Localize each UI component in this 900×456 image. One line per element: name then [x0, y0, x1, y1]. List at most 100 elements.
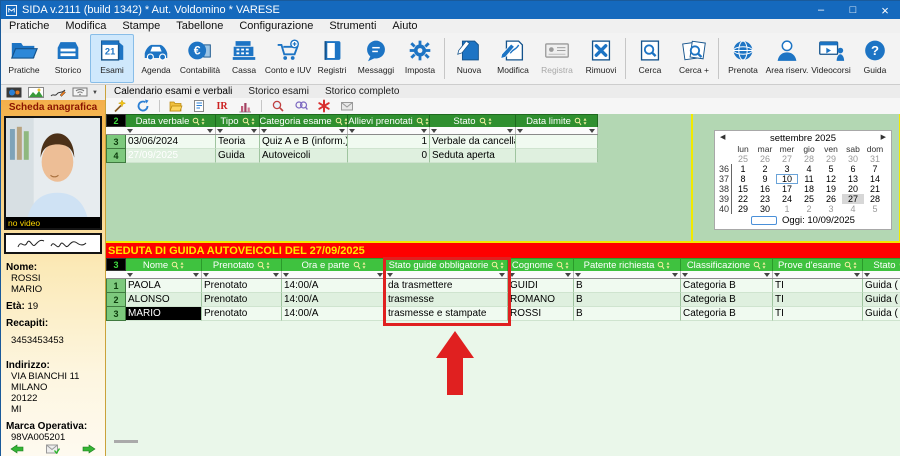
calendar-day-8[interactable]: 8 — [732, 174, 754, 184]
column-header-stato[interactable]: Stato — [430, 114, 516, 127]
toolbar-videocorsi-button[interactable]: Videocorsi — [809, 34, 853, 83]
cell-data-limite[interactable] — [516, 135, 598, 149]
calendar-day-28[interactable]: 28 — [864, 194, 886, 204]
menu-item-tabellone[interactable]: Tabellone — [168, 19, 231, 33]
filter-nome[interactable] — [126, 271, 202, 278]
calendar-day-30[interactable]: 30 — [842, 154, 864, 164]
menu-item-strumenti[interactable]: Strumenti — [321, 19, 384, 33]
cell-cognome[interactable]: ROMANO — [508, 293, 574, 307]
filter-prove-d-esame[interactable] — [773, 271, 863, 278]
camera-icon[interactable] — [4, 87, 23, 99]
column-header-data-verbale[interactable]: Data verbale — [126, 114, 216, 127]
filter-stato[interactable] — [863, 271, 900, 278]
column-header-prenotato[interactable]: Prenotato — [202, 258, 282, 271]
image-icon[interactable] — [26, 87, 45, 99]
filter-data-limite[interactable] — [516, 127, 598, 134]
toolbar-nuova-button[interactable]: Nuova — [447, 34, 491, 83]
previous-record-icon[interactable] — [10, 444, 24, 454]
menu-item-pratiche[interactable]: Pratiche — [1, 19, 57, 33]
filter-prenotato[interactable] — [202, 271, 282, 278]
menu-item-stampe[interactable]: Stampe — [114, 19, 168, 33]
row-number[interactable]: 3 — [106, 135, 126, 149]
cell-patente-richiesta[interactable]: B — [574, 307, 681, 321]
calendar-day-10[interactable]: 10 — [776, 174, 798, 184]
cell-classificazione[interactable]: Categoria B — [681, 279, 773, 293]
asterisk-icon[interactable] — [317, 99, 331, 113]
cell-prenotato[interactable]: Prenotato — [202, 293, 282, 307]
tab-storico-completo[interactable]: Storico completo — [325, 86, 399, 97]
signature-icon[interactable] — [48, 87, 67, 99]
calendar-day-4[interactable]: 4 — [842, 204, 864, 214]
next-record-icon[interactable] — [82, 444, 96, 454]
menu-item-aiuto[interactable]: Aiuto — [384, 19, 425, 33]
toolbar-contabilit-button[interactable]: €Contabilità — [178, 34, 222, 83]
cell-data-verbale[interactable]: 03/06/2024 — [126, 135, 216, 149]
column-header-patente-richiesta[interactable]: Patente richiesta — [574, 258, 681, 271]
toolbar-conto-e-iuv-button[interactable]: Conto e IUV — [266, 34, 310, 83]
calendar-day-16[interactable]: 16 — [754, 184, 776, 194]
cell-classificazione[interactable]: Categoria B — [681, 293, 773, 307]
calendar-day-5[interactable]: 5 — [864, 204, 886, 214]
toolbar-cerca-button[interactable]: Cerca + — [672, 34, 716, 83]
calendar-day-7[interactable]: 7 — [864, 164, 886, 174]
toolbar-cassa-button[interactable]: Cassa — [222, 34, 266, 83]
calendar-day-2[interactable]: 2 — [754, 164, 776, 174]
menu-item-configurazione[interactable]: Configurazione — [231, 19, 321, 33]
wand-icon[interactable] — [113, 99, 127, 113]
filter-allievi-prenotati[interactable] — [348, 127, 430, 134]
minimize-button[interactable]: – — [805, 1, 837, 19]
calendar-next-icon[interactable]: ▶ — [881, 133, 886, 141]
toolbar-registri-button[interactable]: Registri — [310, 34, 354, 83]
toolbar-guida-button[interactable]: ?Guida — [853, 34, 897, 83]
horizontal-scrollbar[interactable] — [114, 440, 138, 443]
toolbar-pratiche-button[interactable]: Pratiche — [2, 34, 46, 83]
webcam-icon[interactable] — [70, 87, 89, 99]
cell-patente-richiesta[interactable]: B — [574, 279, 681, 293]
ir-icon[interactable]: IR — [215, 99, 229, 113]
filter-categoria-esame[interactable] — [260, 127, 348, 134]
cell-nome[interactable]: PAOLA — [126, 279, 202, 293]
row-number[interactable]: 1 — [106, 279, 126, 293]
cell-ora-e-parte[interactable]: 14:00/A — [282, 279, 386, 293]
filter-classificazione[interactable] — [681, 271, 773, 278]
toolbar-cerca-button[interactable]: Cerca — [628, 34, 672, 83]
calendar-day-29[interactable]: 29 — [820, 154, 842, 164]
calendar-day-2[interactable]: 2 — [798, 204, 820, 214]
cell-prenotato[interactable]: Prenotato — [202, 279, 282, 293]
send-mail-icon[interactable] — [46, 444, 60, 454]
cell-tipo[interactable]: Guida — [216, 149, 260, 163]
toolbar-modifica-button[interactable]: Modifica — [491, 34, 535, 83]
column-header-ora-e-parte[interactable]: Ora e parte — [282, 258, 386, 271]
chart-icon[interactable] — [238, 99, 252, 113]
column-header-categoria-esame[interactable]: Categoria esame — [260, 114, 348, 127]
cell-cognome[interactable]: GUIDI — [508, 279, 574, 293]
calendar-day-5[interactable]: 5 — [820, 164, 842, 174]
calendar-day-11[interactable]: 11 — [798, 174, 820, 184]
column-header-cognome[interactable]: Cognome — [508, 258, 574, 271]
calendar-day-29[interactable]: 29 — [732, 204, 754, 214]
calendar-day-3[interactable]: 3 — [776, 164, 798, 174]
column-header-stato[interactable]: Stato — [863, 258, 900, 271]
cell-categoria-esame[interactable]: Quiz A e B (inform.) — [260, 135, 348, 149]
cell-tipo[interactable]: Teoria — [216, 135, 260, 149]
open-folder-icon[interactable] — [169, 99, 183, 113]
today-marker-box[interactable] — [751, 216, 777, 225]
calendar-day-26[interactable]: 26 — [820, 194, 842, 204]
tab-storico-esami[interactable]: Storico esami — [248, 86, 309, 97]
cell-allievi-prenotati[interactable]: 0 — [348, 149, 430, 163]
toolbar-rimuovi-button[interactable]: Rimuovi — [579, 34, 623, 83]
calendar-day-9[interactable]: 9 — [754, 174, 776, 184]
calendar-day-12[interactable]: 12 — [820, 174, 842, 184]
column-header-data-limite[interactable]: Data limite — [516, 114, 598, 127]
cell-stato[interactable]: Seduta aperta — [430, 149, 516, 163]
filter-data-verbale[interactable] — [126, 127, 216, 134]
calendar-day-15[interactable]: 15 — [732, 184, 754, 194]
cell-prenotato[interactable]: Prenotato — [202, 307, 282, 321]
chevron-down-icon[interactable]: ▼ — [92, 90, 98, 96]
calendar-day-20[interactable]: 20 — [842, 184, 864, 194]
calendar-day-21[interactable]: 21 — [864, 184, 886, 194]
calendar-day-25[interactable]: 25 — [798, 194, 820, 204]
cell-prove-d-esame[interactable]: TI — [773, 279, 863, 293]
calendar-day-24[interactable]: 24 — [776, 194, 798, 204]
cell-nome[interactable]: ALONSO — [126, 293, 202, 307]
